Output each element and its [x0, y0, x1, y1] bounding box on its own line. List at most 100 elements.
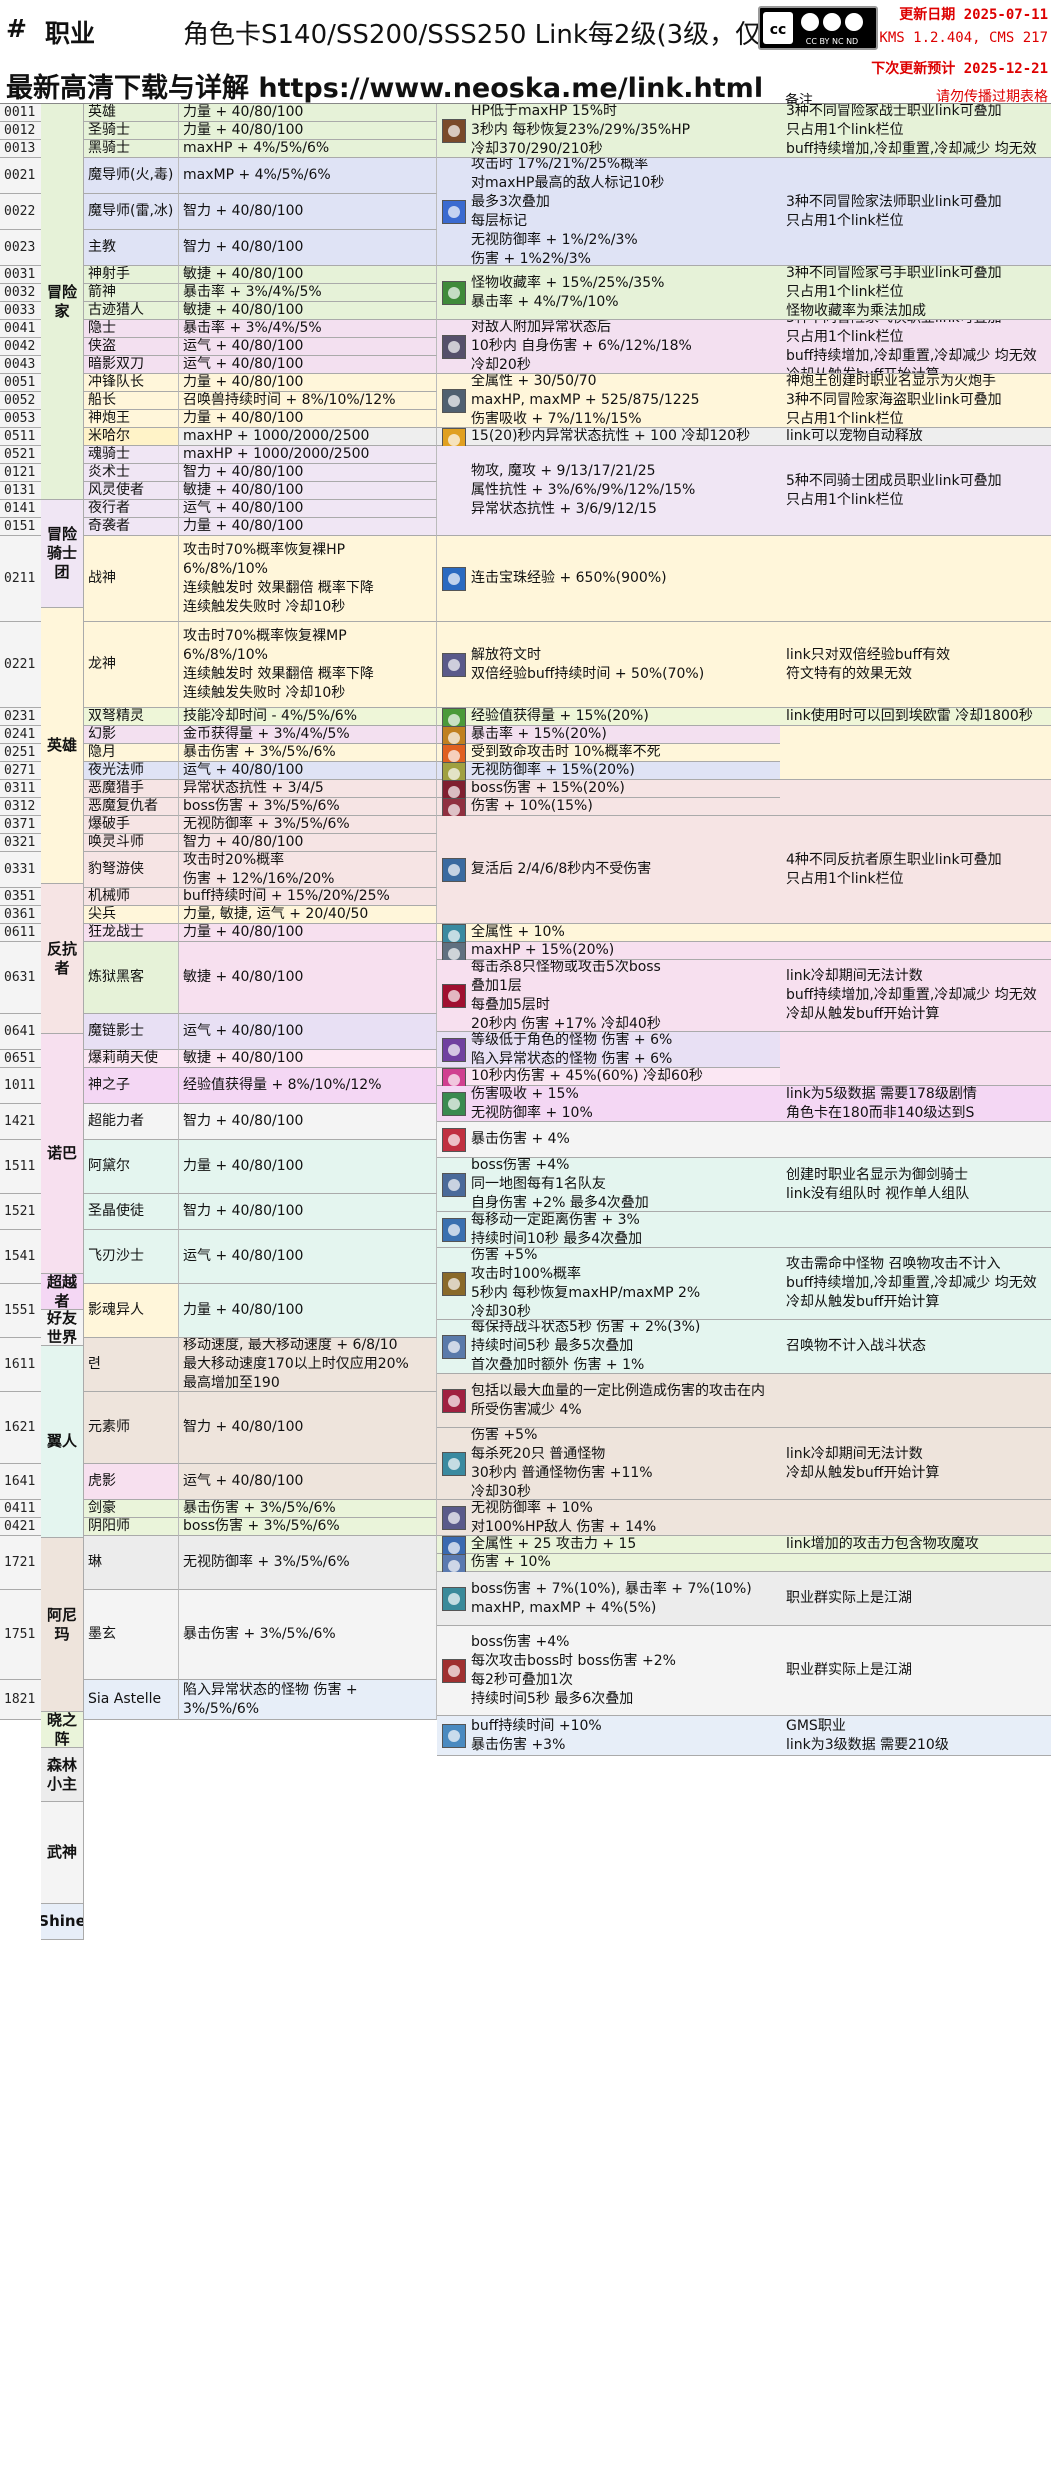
- job-id: 0241: [0, 726, 41, 744]
- job-id: 0371: [0, 816, 41, 834]
- job-id: 0231: [0, 708, 41, 726]
- remark-note: [780, 1554, 1051, 1572]
- card-effect: 智力 + 40/80/100: [179, 1194, 437, 1230]
- card-effect: 暴击伤害 + 3%/5%/6%: [179, 744, 437, 762]
- job-name: 夜光法师: [84, 762, 179, 780]
- job-id: 0121: [0, 464, 41, 482]
- job-group-label: 森林小主: [41, 1748, 84, 1802]
- job-name: 黑骑士: [84, 140, 179, 158]
- job-name: 箭神: [84, 284, 179, 302]
- card-effect: 运气 + 40/80/100: [179, 1464, 437, 1500]
- column-hash: #: [6, 14, 27, 43]
- link-skill-effect: 受到致命攻击时 10%概率不死: [437, 744, 780, 762]
- job-name: 机械师: [84, 888, 179, 906]
- remark-note: [780, 726, 1051, 780]
- job-id: 0033: [0, 302, 41, 320]
- card-effect: 敏捷 + 40/80/100: [179, 266, 437, 284]
- magic-mark-icon: [442, 200, 466, 224]
- job-name: 련: [84, 1338, 179, 1392]
- job-id: 0032: [0, 284, 41, 302]
- job-name: 双弩精灵: [84, 708, 179, 726]
- card-effect: 运气 + 40/80/100: [179, 356, 437, 374]
- link-skill-effect: boss伤害 +4% 每次攻击boss时 boss伤害 +2% 每2秒可叠加1次…: [437, 1626, 780, 1716]
- card-effect: 力量 + 40/80/100: [179, 924, 437, 942]
- job-id: 1511: [0, 1140, 41, 1194]
- link-skill-effect: 经验值获得量 + 15%(20%): [437, 708, 780, 726]
- job-name: 夜行者: [84, 500, 179, 518]
- zero-icon: [442, 1092, 466, 1116]
- job-id: 1541: [0, 1230, 41, 1284]
- job-id: 0251: [0, 744, 41, 762]
- card-effect: 力量 + 40/80/100: [179, 518, 437, 536]
- link-skill-effect: 无视防御率 + 10% 对100%HP敌人 伤害 + 14%: [437, 1500, 780, 1536]
- link-skill-effect: boss伤害 + 7%(10%), 暴击率 + 7%(10%) maxHP, m…: [437, 1572, 780, 1626]
- job-name: 侠盗: [84, 338, 179, 356]
- link-skill-effect: 物攻, 魔攻 + 9/13/17/21/25 属性抗性 + 3%/6%/9%/1…: [437, 446, 780, 536]
- card-effect: 召唤兽持续时间 + 8%/10%/12%: [179, 392, 437, 410]
- link-skill-effect: 伤害 +5% 每杀死20只 普通怪物 30秒内 普通怪物伤害 +11% 冷却30…: [437, 1428, 780, 1500]
- link-skill-effect: 无视防御率 + 15%(20%): [437, 762, 780, 780]
- job-id: 1421: [0, 1104, 41, 1140]
- link-skill-effect: 攻击时 17%/21%/25%概率 对maxHP最高的敌人标记10秒 最多3次叠…: [437, 158, 780, 266]
- link-skill-effect: 解放符文时 双倍经验buff持续时间 + 50%(70%): [437, 622, 780, 708]
- card-effect: 敏捷 + 40/80/100: [179, 302, 437, 320]
- job-id: 1611: [0, 1338, 41, 1392]
- link-skill-effect: 全属性 + 30/50/70 maxHP, maxMP + 525/875/12…: [437, 374, 780, 428]
- job-id: 0311: [0, 780, 41, 798]
- job-id: 1551: [0, 1284, 41, 1338]
- remark-note: 5种不同骑士团成员职业link可叠加 只占用1个link栏位: [780, 446, 1051, 536]
- job-id: 0051: [0, 374, 41, 392]
- job-name: 隐士: [84, 320, 179, 338]
- link-skill-effect: 10秒内伤害 + 45%(60%) 冷却60秒: [437, 1068, 780, 1086]
- card-effect: 攻击时20%概率 伤害 + 12%/16%/20%: [179, 852, 437, 888]
- khali-icon: [442, 1335, 466, 1359]
- card-effect: 智力 + 40/80/100: [179, 834, 437, 852]
- job-id: 0022: [0, 194, 41, 230]
- job-id: 0053: [0, 410, 41, 428]
- link-skill-effect: 每击杀8只怪物或攻击5次boss 叠加1层 每叠加5层时 20秒内 伤害 +17…: [437, 960, 780, 1032]
- job-id: 0211: [0, 536, 41, 622]
- card-effect: maxHP + 1000/2000/2500: [179, 446, 437, 464]
- illium-icon: [442, 1218, 466, 1242]
- remark-note: 3种不同冒险家战士职业link可叠加 只占用1个link栏位 buff持续增加,…: [780, 104, 1051, 158]
- job-name: 船长: [84, 392, 179, 410]
- link-skill-effect: 暴击伤害 + 4%: [437, 1122, 780, 1158]
- job-name: 阴阳师: [84, 1518, 179, 1536]
- job-id: 0411: [0, 1500, 41, 1518]
- job-id: 0271: [0, 762, 41, 780]
- job-name: 奇袭者: [84, 518, 179, 536]
- link-skill-table: 冒险家 冒险骑士团 英雄 反抗者 诺巴 超越者 好友世界 翼人 阿尼玛 晓之阵 森林小主 武神 Shin…: [0, 104, 1051, 2465]
- card-effect: 力量 + 40/80/100: [179, 104, 437, 122]
- card-effect: buff持续时间 + 15%/20%/25%: [179, 888, 437, 906]
- cc-license-badge: cc CC BY NC ND: [758, 6, 878, 50]
- column-job-header: 职业: [45, 19, 96, 48]
- card-effect: 敏捷 + 40/80/100: [179, 1050, 437, 1068]
- job-name: 恶魔猎手: [84, 780, 179, 798]
- shield-cross-icon: [442, 119, 466, 143]
- pirate-icon: [442, 389, 466, 413]
- link-skill-effect: 对敌人附加异常状态后 10秒内 自身伤害 + 6%/12%/18% 冷却20秒: [437, 320, 780, 374]
- download-link[interactable]: 最新高清下载与详解 https://www.neoska.me/link.htm…: [6, 66, 763, 105]
- job-id: 0361: [0, 906, 41, 924]
- link-skill-effect: 15(20)秒内异常状态抗性 + 100 冷却120秒: [437, 428, 780, 446]
- job-id: 0141: [0, 500, 41, 518]
- lynn-icon: [442, 1587, 466, 1611]
- link-skill-effect: 伤害 + 10%(15%): [437, 798, 780, 816]
- job-name: 恶魔复仇者: [84, 798, 179, 816]
- job-id: 1011: [0, 1068, 41, 1104]
- dagger-icon: [442, 335, 466, 359]
- remark-note: 攻击需命中怪物 召唤物攻击不计入 buff持续增加,冷却重置,冷却减少 均无效 …: [780, 1248, 1051, 1320]
- link-skill-effect: 暴击率 + 15%(20%): [437, 726, 780, 744]
- card-effect: 运气 + 40/80/100: [179, 500, 437, 518]
- next-update: 下次更新预计 2025-12-21: [871, 61, 1048, 77]
- remark-note: link为5级数据 需要178级剧情 角色卡在180而非140级达到S: [780, 1086, 1051, 1122]
- card-effect: 移动速度, 最大移动速度 + 6/8/10 最大移动速度170以上时仅应用20%…: [179, 1338, 437, 1392]
- link-skill-effect: 每保持战斗状态5秒 伤害 + 2%(3%) 持续时间5秒 最多5次叠加 首次叠加…: [437, 1320, 780, 1374]
- job-id: 0221: [0, 622, 41, 708]
- chain-icon: [442, 1038, 466, 1062]
- job-id: 0013: [0, 140, 41, 158]
- job-id: 0012: [0, 122, 41, 140]
- link-skill-effect: 伤害吸收 + 15% 无视防御率 + 10%: [437, 1086, 780, 1122]
- job-group-label: 诺巴: [41, 1034, 84, 1274]
- job-name: 剑豪: [84, 1500, 179, 1518]
